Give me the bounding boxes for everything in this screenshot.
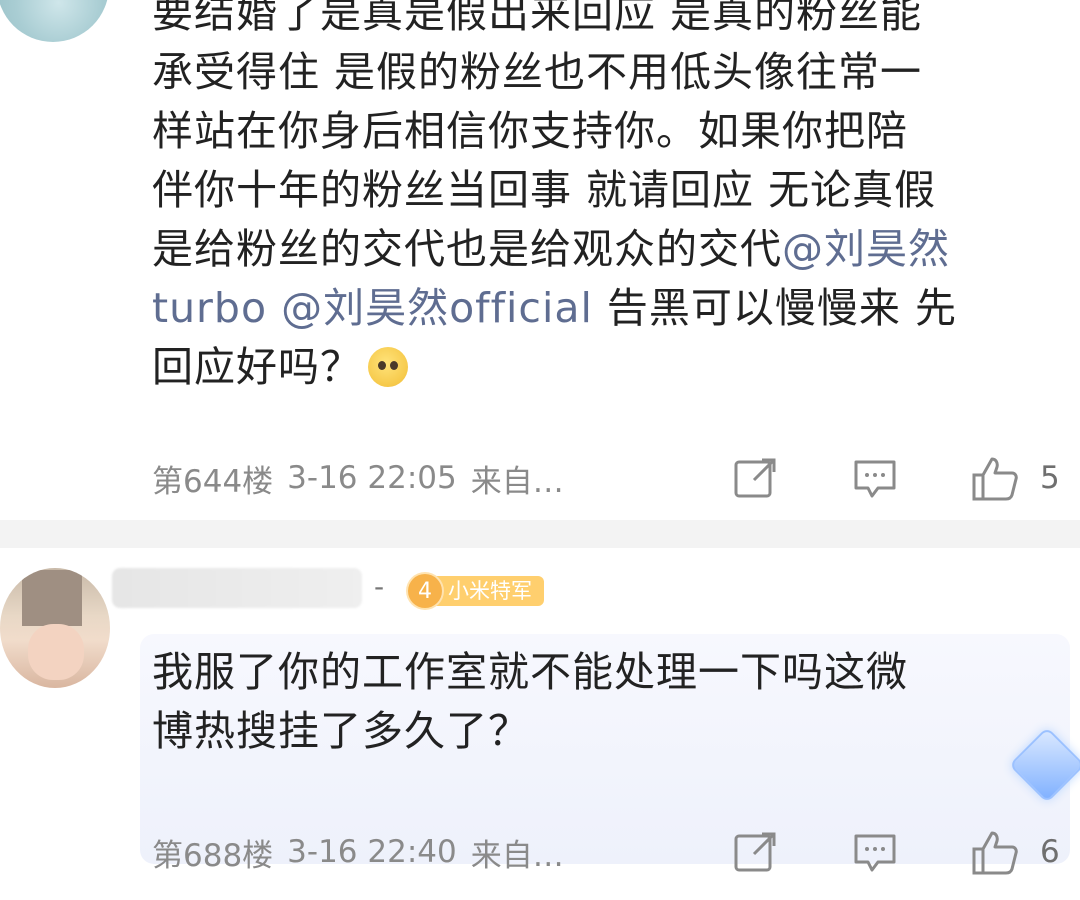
comment-meta: 第688楼 3-16 22:40 来自… 6 bbox=[152, 830, 1072, 875]
comment-line: 样站在你身后相信你支持你。如果你把陪 bbox=[152, 107, 908, 155]
timestamp: 3-16 22:40 bbox=[287, 834, 457, 870]
separator: - bbox=[374, 570, 385, 603]
badge-level: 4 bbox=[408, 574, 442, 608]
floor-number: 第688楼 bbox=[152, 837, 274, 874]
badge-label: 小米特军 bbox=[432, 576, 544, 606]
mention-link[interactable]: @刘昊然official bbox=[281, 284, 593, 332]
like-count: 6 bbox=[1040, 834, 1060, 870]
floor-number: 第644楼 bbox=[152, 463, 274, 500]
like-icon[interactable] bbox=[970, 456, 1020, 501]
comment-text: 告黑可以慢慢来 先 bbox=[592, 284, 957, 332]
comment-text: 回应好吗？ bbox=[152, 343, 362, 391]
comment-body: 要结婚了是真是假出来回应 是真的粉丝能 承受得住 是假的粉丝也不用低头像往常一 … bbox=[152, 0, 1052, 397]
comment-688: - 4 小米特军 我服了你的工作室就不能处理一下吗这微 博热搜挂了多久了？ 第6… bbox=[0, 548, 1080, 900]
share-icon[interactable] bbox=[732, 456, 778, 500]
pleading-face-emoji-icon bbox=[368, 347, 408, 387]
comment-644: 要结婚了是真是假出来回应 是真的粉丝能 承受得住 是假的粉丝也不用低头像往常一 … bbox=[0, 0, 1080, 520]
username-blurred[interactable] bbox=[112, 568, 362, 608]
comment-icon[interactable] bbox=[852, 456, 898, 500]
comment-meta: 第644楼 3-16 22:05 来自… 5 bbox=[152, 456, 1072, 501]
comment-icon[interactable] bbox=[852, 830, 898, 874]
like-count: 5 bbox=[1040, 460, 1060, 496]
avatar[interactable] bbox=[0, 568, 110, 688]
comment-line: 博热搜挂了多久了？ bbox=[152, 707, 530, 755]
mention-link[interactable]: @刘昊然 bbox=[782, 225, 950, 273]
comment-body: 我服了你的工作室就不能处理一下吗这微 博热搜挂了多久了？ bbox=[152, 643, 1052, 761]
comment-line: 承受得住 是假的粉丝也不用低头像往常一 bbox=[152, 48, 923, 96]
source-label[interactable]: 来自… bbox=[471, 456, 564, 501]
like-icon[interactable] bbox=[970, 830, 1020, 875]
avatar[interactable] bbox=[0, 0, 109, 42]
comment-line: 我服了你的工作室就不能处理一下吗这微 bbox=[152, 648, 908, 696]
comment-line: 回应好吗？ bbox=[152, 338, 1052, 397]
mosaic-block bbox=[22, 570, 82, 626]
share-icon[interactable] bbox=[732, 830, 778, 874]
comment-line: 要结婚了是真是假出来回应 是真的粉丝能 bbox=[152, 0, 923, 37]
source-label[interactable]: 来自… bbox=[471, 830, 564, 875]
comment-text: 是给粉丝的交代也是给观众的交代 bbox=[152, 225, 782, 273]
avatar-face bbox=[28, 624, 84, 680]
fan-badge[interactable]: 4 小米特军 bbox=[408, 574, 544, 608]
timestamp: 3-16 22:05 bbox=[287, 460, 457, 496]
mention-link[interactable]: turbo bbox=[152, 284, 267, 332]
comment-divider bbox=[0, 520, 1080, 548]
comment-line: 是给粉丝的交代也是给观众的交代@刘昊然 bbox=[152, 220, 1052, 279]
comment-line: turbo @刘昊然official 告黑可以慢慢来 先 bbox=[152, 279, 1052, 338]
comment-line: 伴你十年的粉丝当回事 就请回应 无论真假 bbox=[152, 166, 937, 214]
